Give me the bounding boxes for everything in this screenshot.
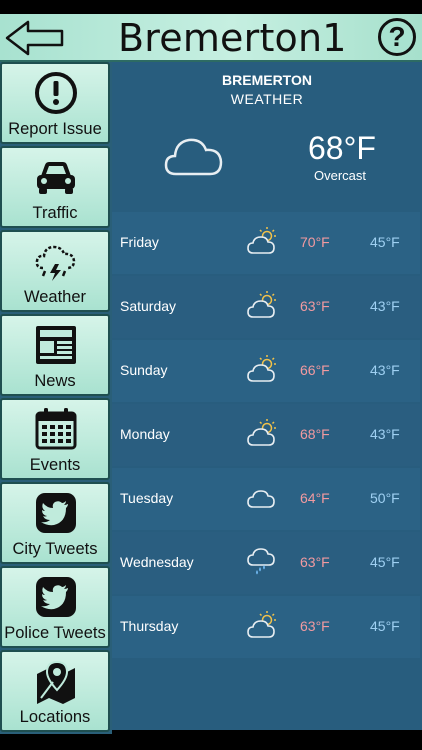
twitter-icon xyxy=(36,577,76,617)
partly-cloudy-icon xyxy=(247,355,276,382)
sidebar-item-news[interactable]: News xyxy=(0,314,110,396)
storm-cloud-icon xyxy=(35,245,76,281)
map-pin-icon xyxy=(37,660,75,704)
forecast-day: Saturday xyxy=(120,298,177,314)
cloud-icon xyxy=(164,138,223,176)
partly-cloudy-icon xyxy=(247,611,276,638)
help-button[interactable]: ? xyxy=(378,18,416,56)
high-temperature: 63°F xyxy=(300,554,330,570)
sidebar-item-label: Locations xyxy=(19,708,91,726)
partly-cloudy-icon xyxy=(247,227,276,254)
page-title: Bremerton1 xyxy=(118,16,347,60)
sidebar-item-report-issue[interactable]: Report Issue xyxy=(0,62,110,144)
forecast-day: Tuesday xyxy=(120,490,174,506)
sidebar-item-label: Events xyxy=(29,456,81,474)
high-temperature: 66°F xyxy=(300,362,330,378)
sidebar-item-traffic[interactable]: Traffic xyxy=(0,146,110,228)
back-arrow-icon[interactable] xyxy=(4,19,66,57)
sidebar-item-label: News xyxy=(34,372,76,390)
partly-cloudy-icon xyxy=(247,419,276,446)
sidebar-item-police-tweets[interactable]: Police Tweets xyxy=(0,566,110,648)
sidebar-item-label: Weather xyxy=(23,288,87,306)
forecast-row: Wednesday 63°F 45°F xyxy=(112,532,420,594)
forecast-row: Tuesday 64°F 50°F xyxy=(112,468,420,530)
forecast-row: Thursday 63°F 45°F xyxy=(112,596,420,658)
partly-cloudy-icon xyxy=(247,291,276,318)
sidebar-item-locations[interactable]: Locations xyxy=(0,650,110,732)
sidebar-item-city-tweets[interactable]: City Tweets xyxy=(0,482,110,564)
sidebar-item-events[interactable]: Events xyxy=(0,398,110,480)
high-temperature: 63°F xyxy=(300,618,330,634)
newspaper-icon xyxy=(36,326,76,364)
high-temperature: 63°F xyxy=(300,298,330,314)
sidebar-item-label: Report Issue xyxy=(8,120,102,138)
forecast-day: Wednesday xyxy=(120,554,194,570)
high-temperature: 64°F xyxy=(300,490,330,506)
sidebar-item-weather[interactable]: Weather xyxy=(0,230,110,312)
rain-cloud-icon xyxy=(247,548,275,575)
low-temperature: 45°F xyxy=(370,618,400,634)
forecast-day: Monday xyxy=(120,426,170,442)
forecast-row: Monday 68°F 43°F xyxy=(112,404,420,466)
twitter-icon xyxy=(36,493,76,533)
sidebar-item-label: Police Tweets xyxy=(4,624,106,642)
sidebar-item-label: Traffic xyxy=(32,204,78,222)
alert-icon xyxy=(35,72,77,114)
calendar-icon xyxy=(35,408,77,450)
forecast-row: Sunday 66°F 43°F xyxy=(112,340,420,402)
car-icon xyxy=(37,162,75,194)
low-temperature: 50°F xyxy=(370,490,400,506)
low-temperature: 45°F xyxy=(370,234,400,250)
app-header: Bremerton1 ? xyxy=(0,14,422,62)
weather-panel: BREMERTON WEATHER 68°F Overcast Friday 7… xyxy=(112,62,422,730)
forecast-row: Saturday 63°F 43°F xyxy=(112,276,420,338)
sidebar: Report Issue Traffic Weather News Events… xyxy=(0,62,112,734)
forecast-day: Sunday xyxy=(120,362,168,378)
forecast-day: Thursday xyxy=(120,618,179,634)
high-temperature: 70°F xyxy=(300,234,330,250)
navigation-bar xyxy=(0,734,422,750)
status-bar xyxy=(0,0,422,14)
weather-subtitle: WEATHER xyxy=(230,91,304,107)
cloud-icon xyxy=(247,490,275,508)
high-temperature: 68°F xyxy=(300,426,330,442)
current-temperature: 68°F xyxy=(308,130,376,166)
low-temperature: 43°F xyxy=(370,298,400,314)
forecast-row: Friday 70°F 45°F xyxy=(112,212,420,274)
low-temperature: 43°F xyxy=(370,362,400,378)
low-temperature: 43°F xyxy=(370,426,400,442)
city-name: BREMERTON xyxy=(222,72,312,88)
low-temperature: 45°F xyxy=(370,554,400,570)
forecast-day: Friday xyxy=(120,234,159,250)
sidebar-item-label: City Tweets xyxy=(12,540,98,558)
current-condition: Overcast xyxy=(313,168,366,183)
